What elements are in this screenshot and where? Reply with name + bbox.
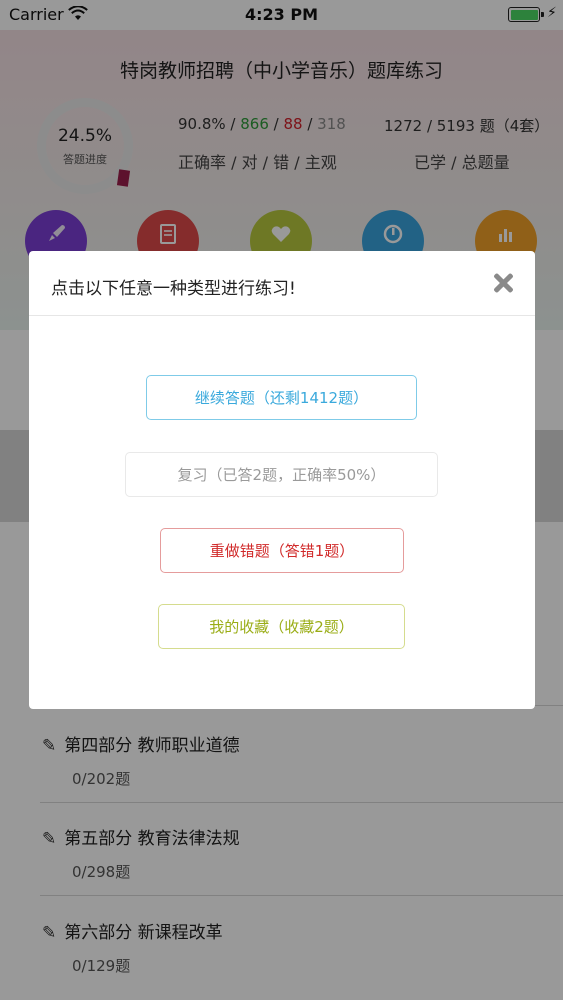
dialog-title: 点击以下任意一种类型进行练习! — [51, 279, 296, 299]
redo-wrong-button[interactable]: 重做错题（答错1题） — [160, 528, 404, 573]
practice-type-dialog: 点击以下任意一种类型进行练习! 继续答题（还剩1412题） 复习（已答2题，正确… — [29, 251, 535, 709]
close-icon[interactable] — [491, 271, 515, 295]
divider — [29, 315, 535, 316]
continue-button[interactable]: 继续答题（还剩1412题） — [146, 375, 417, 420]
review-button[interactable]: 复习（已答2题，正确率50%） — [125, 452, 438, 497]
favorites-button[interactable]: 我的收藏（收藏2题） — [158, 604, 405, 649]
